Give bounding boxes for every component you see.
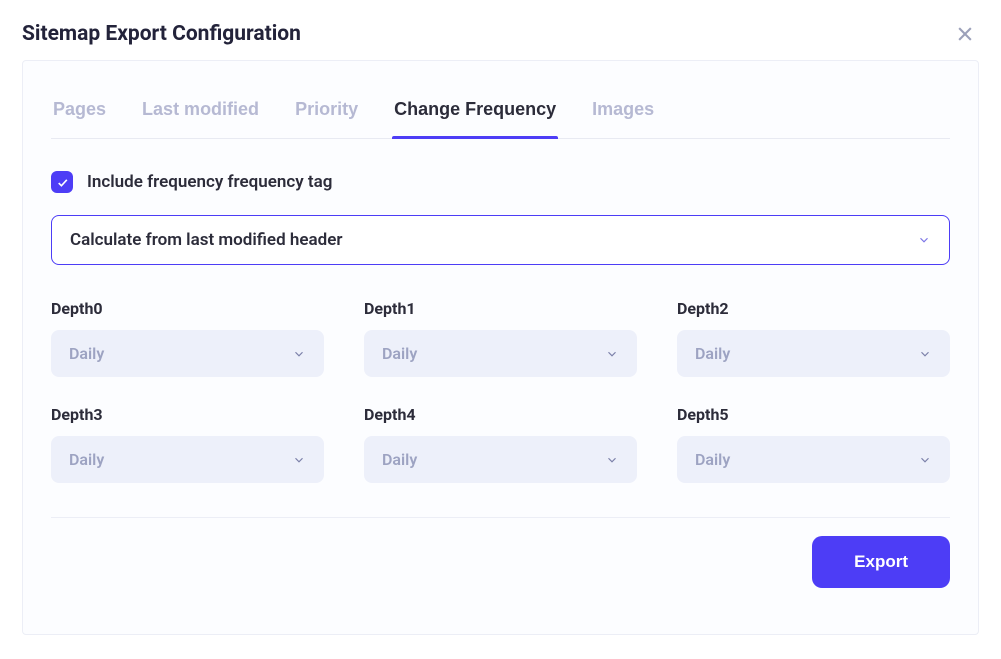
depth-grid: Depth0 Daily Depth1 Daily Depth2 Daily	[51, 299, 950, 483]
depth5-select[interactable]: Daily	[677, 436, 950, 483]
include-frequency-checkbox-row: Include frequency frequency tag	[51, 171, 950, 193]
sitemap-export-modal: Sitemap Export Configuration Pages Last …	[0, 0, 1001, 659]
depth3-label: Depth3	[51, 405, 324, 424]
tabs: Pages Last modified Priority Change Freq…	[51, 89, 950, 139]
include-frequency-checkbox[interactable]	[51, 171, 73, 193]
tab-pages[interactable]: Pages	[51, 89, 108, 138]
depth4-label: Depth4	[364, 405, 637, 424]
depth2-select[interactable]: Daily	[677, 330, 950, 377]
modal-title: Sitemap Export Configuration	[22, 22, 301, 46]
depth1-label: Depth1	[364, 299, 637, 318]
tab-images[interactable]: Images	[590, 89, 656, 138]
depth2-value: Daily	[695, 344, 730, 363]
depth1-select[interactable]: Daily	[364, 330, 637, 377]
tab-change-frequency[interactable]: Change Frequency	[392, 89, 558, 138]
depth0-value: Daily	[69, 344, 104, 363]
depth2-field: Depth2 Daily	[677, 299, 950, 377]
depth5-value: Daily	[695, 450, 730, 469]
modal-header: Sitemap Export Configuration	[22, 20, 979, 60]
depth4-select[interactable]: Daily	[364, 436, 637, 483]
modal-footer: Export	[51, 536, 950, 588]
modal-panel: Pages Last modified Priority Change Freq…	[22, 60, 979, 635]
calculation-mode-value: Calculate from last modified header	[70, 230, 342, 250]
close-button[interactable]	[951, 20, 979, 48]
footer-separator	[51, 517, 950, 518]
depth0-field: Depth0 Daily	[51, 299, 324, 377]
chevron-down-icon	[605, 347, 619, 361]
depth3-field: Depth3 Daily	[51, 405, 324, 483]
depth0-select[interactable]: Daily	[51, 330, 324, 377]
tab-priority[interactable]: Priority	[293, 89, 360, 138]
calculation-mode-field: Calculate from last modified header	[51, 215, 950, 265]
depth3-select[interactable]: Daily	[51, 436, 324, 483]
chevron-down-icon	[918, 347, 932, 361]
chevron-down-icon	[917, 233, 931, 247]
check-icon	[56, 176, 69, 189]
depth3-value: Daily	[69, 450, 104, 469]
depth2-label: Depth2	[677, 299, 950, 318]
tab-last-modified[interactable]: Last modified	[140, 89, 261, 138]
chevron-down-icon	[918, 453, 932, 467]
export-button[interactable]: Export	[812, 536, 950, 588]
include-frequency-label: Include frequency frequency tag	[87, 172, 332, 192]
chevron-down-icon	[292, 453, 306, 467]
close-icon	[955, 24, 975, 44]
calculation-mode-select[interactable]: Calculate from last modified header	[51, 215, 950, 265]
depth5-label: Depth5	[677, 405, 950, 424]
chevron-down-icon	[292, 347, 306, 361]
depth5-field: Depth5 Daily	[677, 405, 950, 483]
depth1-field: Depth1 Daily	[364, 299, 637, 377]
depth4-value: Daily	[382, 450, 417, 469]
chevron-down-icon	[605, 453, 619, 467]
depth1-value: Daily	[382, 344, 417, 363]
depth0-label: Depth0	[51, 299, 324, 318]
depth4-field: Depth4 Daily	[364, 405, 637, 483]
